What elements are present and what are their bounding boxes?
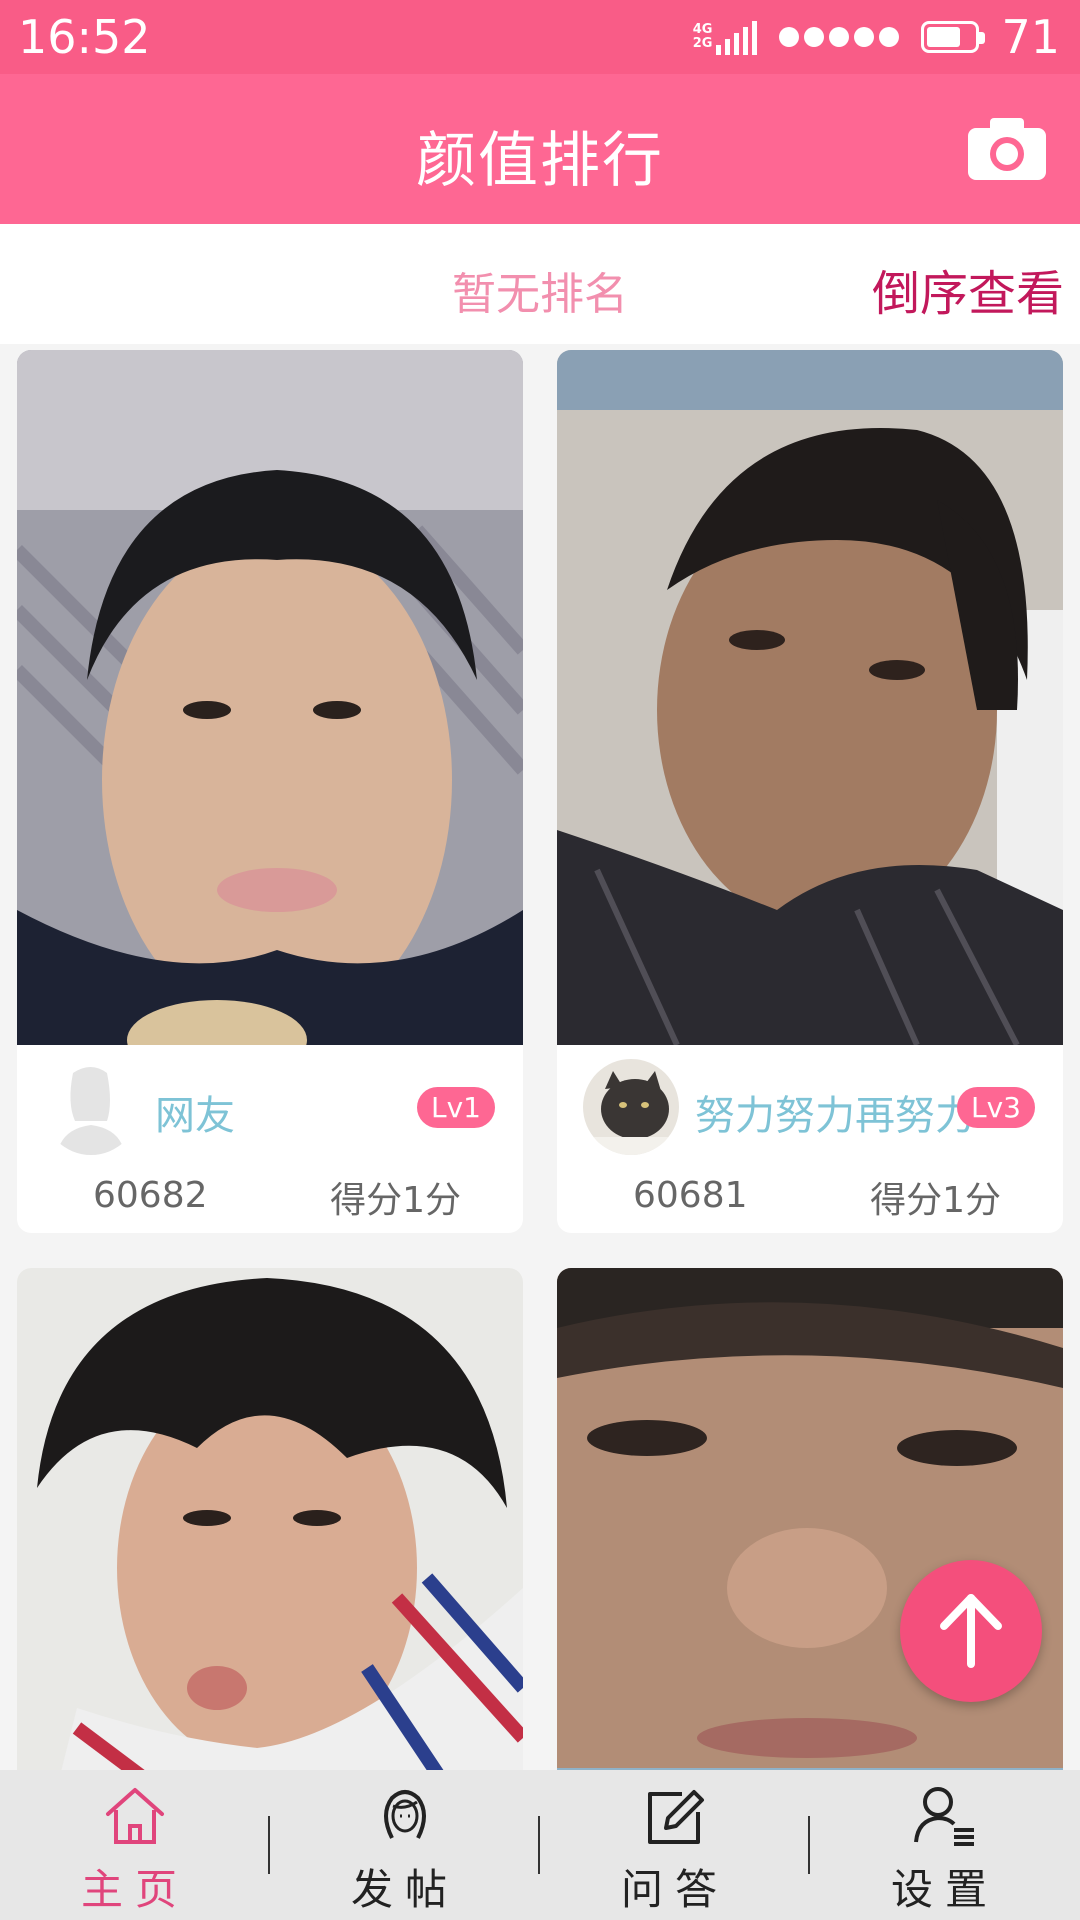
- level-badge: Lv3: [957, 1087, 1035, 1128]
- tab-divider: [268, 1816, 270, 1874]
- woman-face-icon: [384, 1790, 426, 1839]
- user-name[interactable]: 努力努力再努力: [695, 1083, 975, 1141]
- user-id: 60682: [93, 1175, 208, 1216]
- reverse-order-button[interactable]: 倒序查看: [872, 254, 1064, 324]
- camera-icon[interactable]: [966, 116, 1048, 182]
- network-top-label: 4G: [692, 22, 713, 37]
- card-info: 努力努力再努力 Lv3 60681 得分1分: [557, 1045, 1063, 1233]
- user-name[interactable]: 网友: [155, 1083, 235, 1141]
- tab-settings[interactable]: 设置: [810, 1770, 1080, 1920]
- level-badge: Lv1: [417, 1087, 495, 1128]
- post-card[interactable]: 努力努力再努力 Lv3 60681 得分1分: [557, 350, 1063, 1233]
- cat-avatar[interactable]: [583, 1059, 679, 1155]
- battery-fill: [927, 27, 961, 47]
- post-card[interactable]: [17, 1268, 523, 1788]
- ranking-bar: 暂无排名 倒序查看: [0, 224, 1080, 344]
- post-photo[interactable]: [557, 1268, 1063, 1788]
- tab-qa[interactable]: 问答: [540, 1770, 810, 1920]
- status-bar: 16:52 4G 2G 71: [0, 0, 1080, 74]
- signal-dots-icon: [779, 27, 900, 47]
- scroll-top-button[interactable]: [900, 1560, 1042, 1702]
- tab-label: 主页: [80, 1865, 189, 1914]
- edit-icon: [648, 1790, 704, 1844]
- user-id: 60681: [633, 1175, 748, 1216]
- title-bar: 颜值排行: [0, 74, 1080, 224]
- score-label: 得分1分: [330, 1180, 461, 1221]
- arrow-up-icon: [940, 1594, 1002, 1668]
- battery-level: 71: [1001, 10, 1060, 64]
- tab-label: 设置: [890, 1865, 999, 1914]
- card-info: 网友 Lv1 60682 得分1分: [17, 1045, 523, 1233]
- network-bottom-label: 2G: [692, 36, 713, 51]
- post-card[interactable]: [557, 1268, 1063, 1788]
- battery-icon: [921, 21, 986, 53]
- signal-icon: 4G 2G: [693, 19, 758, 55]
- user-list-icon: [914, 1787, 974, 1846]
- status-time: 16:52: [18, 10, 151, 64]
- bottom-tab-bar: 主页 发帖 问答 设置: [0, 1770, 1080, 1920]
- page-title: 颜值排行: [416, 126, 664, 196]
- default-avatar-icon[interactable]: [43, 1059, 139, 1155]
- status-icons: 4G 2G 71: [693, 10, 1060, 64]
- tab-divider: [538, 1816, 540, 1874]
- tab-home[interactable]: 主页: [0, 1770, 270, 1920]
- post-card[interactable]: 网友 Lv1 60682 得分1分: [17, 350, 523, 1233]
- post-photo[interactable]: [557, 350, 1063, 1045]
- tab-label: 发帖: [350, 1865, 459, 1914]
- tab-label: 问答: [620, 1865, 729, 1914]
- home-icon: [106, 1788, 164, 1844]
- post-photo[interactable]: [17, 1268, 523, 1788]
- tab-divider: [808, 1816, 810, 1874]
- score-label: 得分1分: [870, 1180, 1001, 1221]
- post-photo[interactable]: [17, 350, 523, 1045]
- tab-post[interactable]: 发帖: [270, 1770, 540, 1920]
